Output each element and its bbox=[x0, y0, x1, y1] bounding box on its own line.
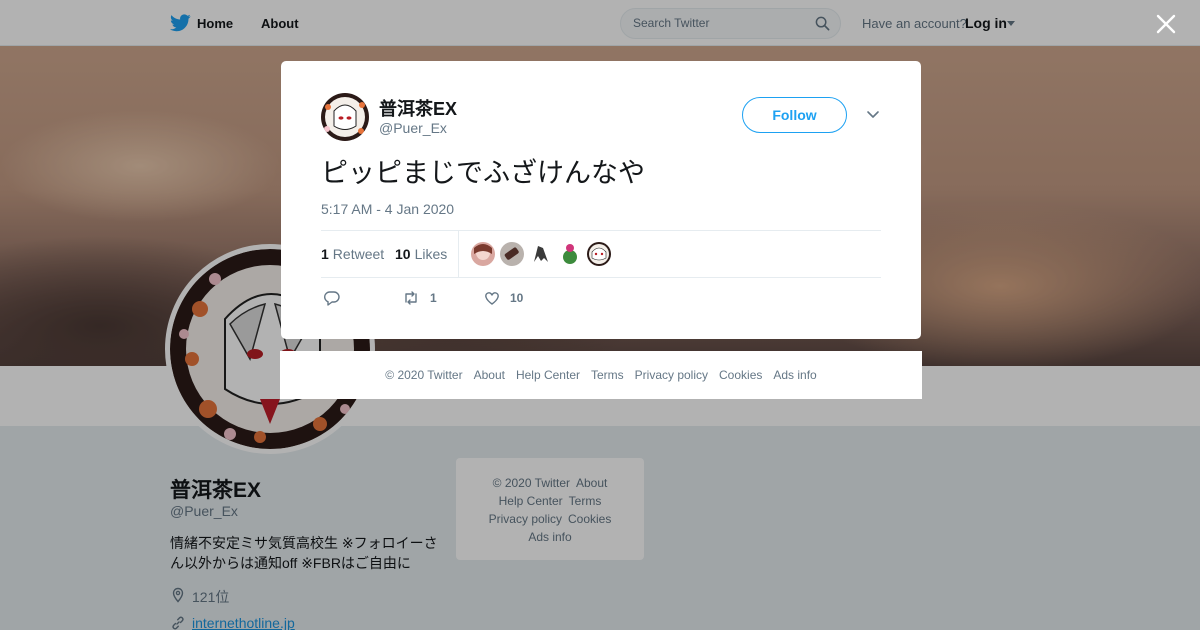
footer-about-link[interactable]: About bbox=[474, 368, 505, 382]
close-icon[interactable] bbox=[1155, 13, 1177, 35]
liker-avatar[interactable] bbox=[529, 242, 553, 266]
reply-icon[interactable] bbox=[323, 289, 341, 307]
tweet-author-avatar[interactable] bbox=[321, 93, 369, 141]
liker-avatar[interactable] bbox=[471, 242, 495, 266]
footer-ads-link[interactable]: Ads info bbox=[773, 368, 816, 382]
tweet-author-handle[interactable]: @Puer_Ex bbox=[379, 120, 447, 136]
stats-divider bbox=[458, 231, 459, 277]
like-action-count: 10 bbox=[510, 291, 524, 305]
retweet-action-count: 1 bbox=[430, 291, 437, 305]
likes-stat[interactable]: 10 Likes bbox=[395, 246, 447, 262]
tweet-permalink-modal: 普洱茶EX @Puer_Ex Follow ピッピまじでふざけんなや 5:17 … bbox=[281, 61, 921, 339]
liker-avatar[interactable] bbox=[558, 242, 582, 266]
retweet-stat[interactable]: 1 Retweet bbox=[321, 246, 384, 262]
heart-icon[interactable] bbox=[483, 289, 501, 307]
follow-button[interactable]: Follow bbox=[742, 97, 847, 133]
tweet-avatar-illustration bbox=[321, 93, 369, 141]
liker-avatar[interactable] bbox=[500, 242, 524, 266]
likes-stat-label: Likes bbox=[414, 246, 448, 262]
liker-avatar[interactable] bbox=[587, 242, 611, 266]
tweet-stats: 1 Retweet 10 Likes bbox=[321, 230, 881, 278]
tweet-text: ピッピまじでふざけんなや bbox=[321, 158, 645, 189]
likes-stat-count: 10 bbox=[395, 246, 411, 262]
footer-help-link[interactable]: Help Center bbox=[516, 368, 580, 382]
retweet-stat-label: Retweet bbox=[332, 246, 385, 262]
tweet-actions: 1 10 bbox=[321, 289, 881, 309]
modal-footer: © 2020 Twitter About Help Center Terms P… bbox=[280, 351, 922, 399]
footer-cookies-link[interactable]: Cookies bbox=[719, 368, 762, 382]
retweet-stat-count: 1 bbox=[321, 246, 329, 262]
tweet-author-name[interactable]: 普洱茶EX bbox=[379, 95, 457, 121]
retweet-icon[interactable] bbox=[402, 289, 420, 307]
chevron-down-icon[interactable] bbox=[866, 109, 880, 121]
footer-terms-link[interactable]: Terms bbox=[591, 368, 624, 382]
footer-copyright: © 2020 Twitter bbox=[385, 368, 463, 382]
tweet-timestamp[interactable]: 5:17 AM - 4 Jan 2020 bbox=[321, 201, 454, 217]
footer-privacy-link[interactable]: Privacy policy bbox=[635, 368, 708, 382]
